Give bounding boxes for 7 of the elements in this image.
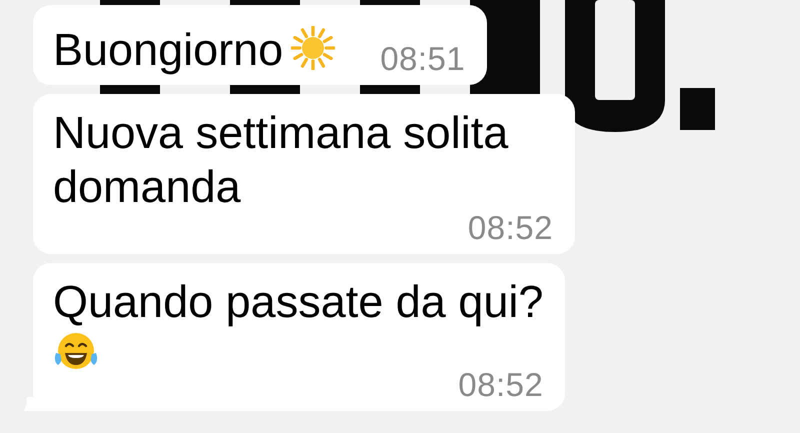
message-time: 08:52 [466, 210, 553, 246]
message-text: Quando passate da qui? [53, 276, 544, 327]
message-time: 08:52 [457, 367, 544, 403]
message-text: Nuova settimana solita domanda [53, 107, 508, 212]
message-text: Buongiorno [53, 24, 284, 75]
message-time: 08:51 [380, 41, 466, 77]
sun-icon [291, 26, 336, 70]
